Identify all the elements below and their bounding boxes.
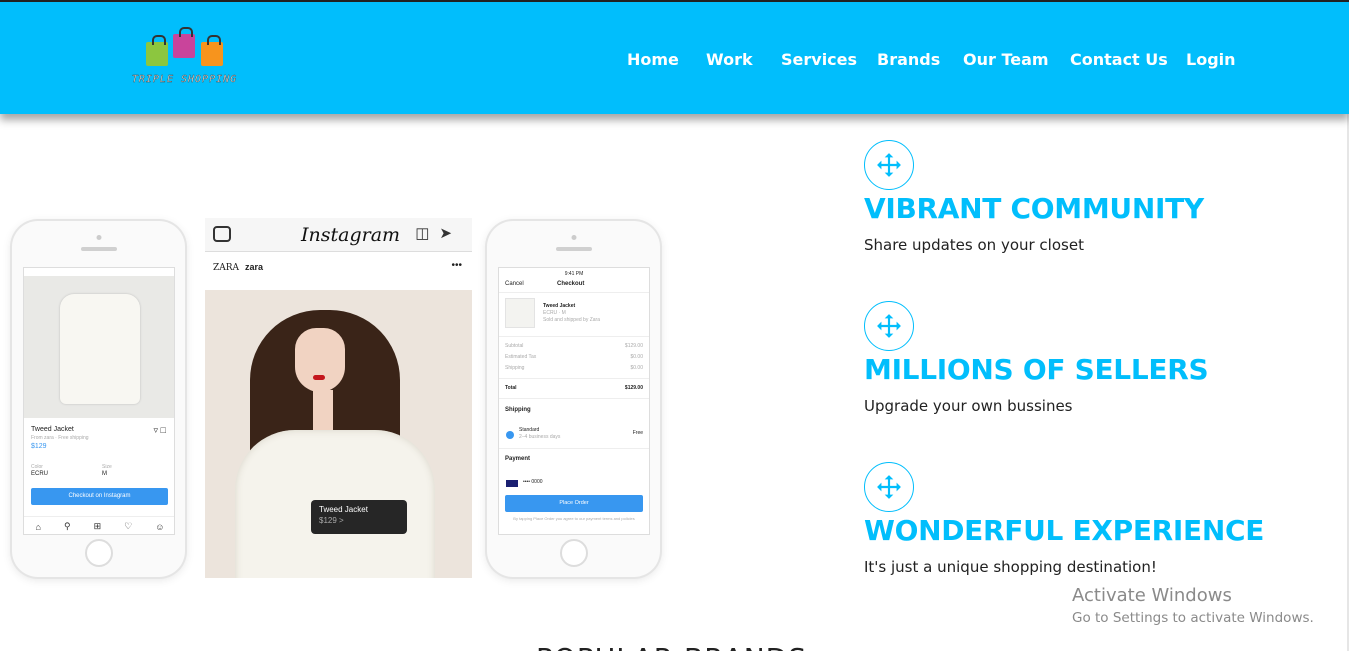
phone-speaker	[80, 247, 117, 251]
site-logo[interactable]: TRIPLE SHOPPING	[127, 26, 242, 92]
nav-login[interactable]: Login	[1186, 50, 1236, 69]
product-subtitle: From zara · Free shipping	[31, 435, 89, 441]
size-value: M	[102, 471, 107, 477]
nav-home[interactable]: Home	[627, 50, 679, 69]
place-order-button: Place Order	[505, 495, 643, 512]
terms-text: By tapping Place Order you agree to our …	[513, 516, 635, 521]
instagram-checkout-illustration: Tweed Jacket From zara · Free shipping $…	[12, 218, 672, 578]
zara-logo: ZARA	[213, 263, 240, 273]
nav-contact-us[interactable]: Contact Us	[1070, 50, 1168, 69]
phone-screen: Tweed Jacket From zara · Free shipping $…	[23, 267, 175, 535]
feature-description: Upgrade your own bussines	[864, 397, 1073, 415]
cancel-link: Cancel	[505, 281, 524, 287]
color-label: Color	[31, 464, 43, 470]
tag-title: Tweed Jacket	[319, 505, 368, 514]
phone-product-view: Tweed Jacket From zara · Free shipping $…	[12, 221, 185, 577]
watermark-line-2: Go to Settings to activate Windows.	[1072, 610, 1314, 626]
activate-windows-watermark: Activate Windows Go to Settings to activ…	[1072, 585, 1314, 626]
search-icon: ⚲	[63, 521, 71, 531]
shopping-bag-green-icon	[146, 35, 168, 66]
instagram-post: Instagram ◫➤ ZARA zara ••• Tweed Jacket $…	[205, 218, 472, 578]
add-post-icon: ⊞	[93, 521, 102, 531]
visa-card-icon	[506, 480, 518, 487]
feature-title: WONDERFUL EXPERIENCE	[864, 514, 1265, 547]
popular-brands-heading: POPULAR BRANDS	[536, 642, 807, 651]
instagram-top-bar: Instagram ◫➤	[205, 218, 472, 252]
post-account: ZARA zara	[213, 262, 263, 273]
checkout-header: Cancel Checkout	[505, 281, 643, 287]
feature-description: Share updates on your closet	[864, 236, 1084, 254]
move-arrows-icon	[864, 140, 914, 190]
instagram-title: Instagram	[301, 224, 401, 246]
model-photo	[205, 290, 472, 578]
product-price: $129	[31, 443, 47, 450]
move-arrows-icon	[864, 301, 914, 351]
status-time: 9:41 PM	[564, 271, 584, 277]
nav-our-team[interactable]: Our Team	[963, 50, 1049, 69]
checkout-on-instagram-button: Checkout on Instagram	[31, 488, 168, 505]
nav-work[interactable]: Work	[706, 50, 753, 69]
phone-home-button	[84, 539, 113, 567]
feature-title: VIBRANT COMMUNITY	[864, 192, 1204, 225]
phone-camera	[96, 235, 101, 240]
payment-heading: Payment	[505, 456, 531, 462]
item-title: Tweed Jacket	[543, 303, 576, 309]
camera-icon	[213, 226, 231, 242]
profile-icon: ☺	[155, 521, 165, 532]
total-row: Total $129.00	[505, 385, 643, 391]
account-name: zara	[245, 262, 264, 272]
watermark-line-1: Activate Windows	[1072, 585, 1232, 606]
heart-icon: ♡	[124, 521, 133, 531]
shipping-heading: Shipping	[505, 407, 531, 413]
card-number: •••• 0000	[523, 479, 543, 485]
shipping-cost-row: Shipping $0.00	[505, 365, 643, 371]
logo-text: TRIPLE SHOPPING	[131, 74, 238, 85]
checkout-title: Checkout	[557, 281, 585, 287]
size-label: Size	[102, 464, 112, 470]
site-header: TRIPLE SHOPPING Home Work Services Brand…	[0, 2, 1349, 114]
jacket-product-image	[24, 276, 174, 418]
more-options-icon: •••	[451, 260, 462, 271]
feature-description: It's just a unique shopping destination!	[864, 558, 1157, 576]
igtv-direct-icon: ◫➤	[415, 225, 462, 242]
shopping-bag-orange-icon	[201, 35, 223, 66]
phone-camera	[571, 235, 576, 240]
tag-price: $129 >	[319, 516, 344, 525]
instagram-tab-bar: ⌂ ⚲ ⊞ ♡ ☺	[24, 516, 174, 534]
jacket-thumbnail	[505, 298, 535, 328]
feature-title: MILLIONS OF SELLERS	[864, 353, 1209, 386]
product-tag: Tweed Jacket $129 >	[311, 500, 407, 534]
share-bookmark-icon: ▿ □	[153, 425, 166, 435]
phone-speaker	[555, 247, 592, 251]
item-seller: Sold and shipped by Zara	[543, 317, 600, 323]
nav-services[interactable]: Services	[781, 50, 857, 69]
phone-checkout-view: 9:41 PM Cancel Checkout Tweed Jacket ECRU…	[487, 221, 660, 577]
free-shipping: Free	[632, 430, 643, 436]
color-value: ECRU	[31, 471, 49, 477]
product-title: Tweed Jacket	[31, 426, 74, 433]
phone-home-button	[559, 539, 588, 567]
shopping-bag-magenta-icon	[173, 27, 195, 58]
nav-brands[interactable]: Brands	[877, 50, 940, 69]
item-variant: ECRU · M	[543, 310, 566, 316]
home-icon: ⌂	[35, 521, 41, 532]
phone-screen: 9:41 PM Cancel Checkout Tweed Jacket ECRU…	[498, 267, 650, 535]
tax-row: Estimated Tax $0.00	[505, 354, 643, 360]
subtotal-row: Subtotal $129.00	[505, 343, 643, 349]
move-arrows-icon	[864, 462, 914, 512]
